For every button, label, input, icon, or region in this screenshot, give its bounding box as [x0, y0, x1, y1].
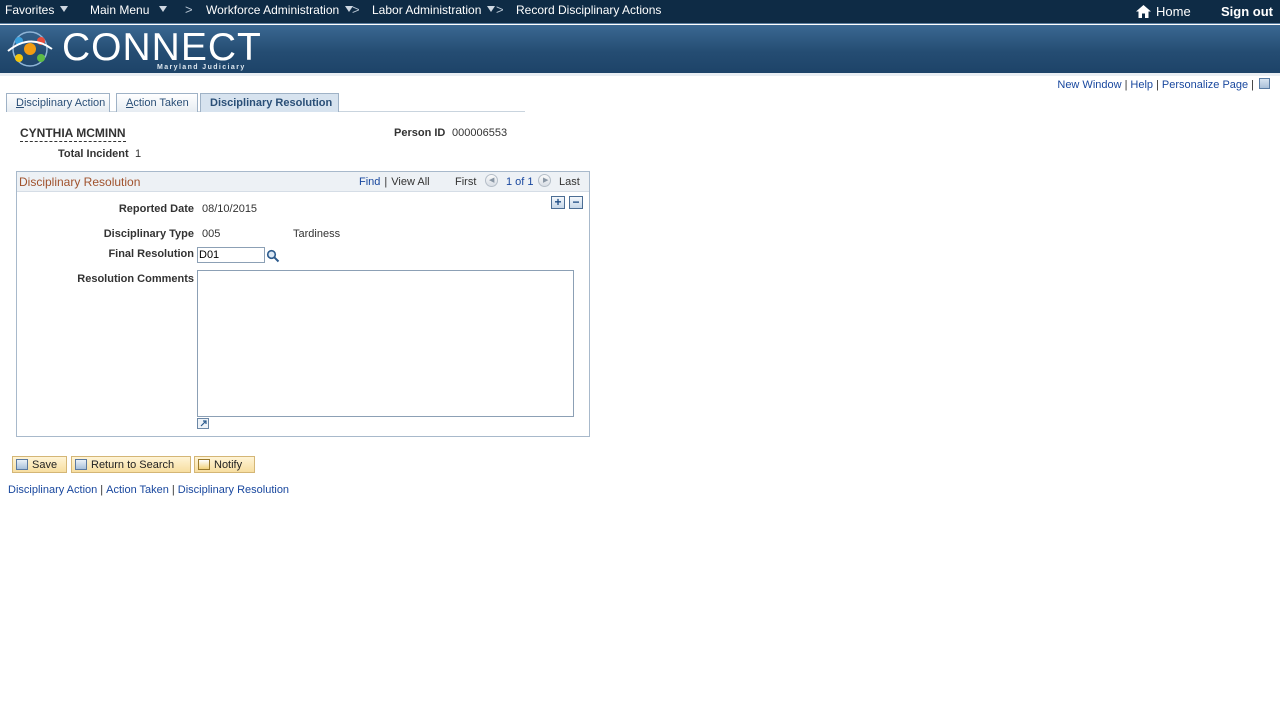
save-icon: [16, 459, 28, 470]
reported-date-label: Reported Date: [118, 203, 194, 215]
main-menu[interactable]: Main Menu: [90, 3, 168, 17]
return-to-search-button[interactable]: Return to Search: [71, 456, 191, 473]
help-link[interactable]: Help: [1130, 79, 1153, 91]
bottom-link-action-taken[interactable]: Action Taken: [106, 484, 169, 496]
chevron-down-icon: [487, 6, 496, 12]
save-button[interactable]: Save: [12, 456, 67, 473]
breadcrumb-workforce-administration[interactable]: Workforce Administration: [206, 3, 354, 17]
chevron-down-icon: [60, 6, 69, 12]
total-incident-value: 1: [135, 148, 142, 160]
return-to-search-icon: [75, 459, 87, 470]
bottom-link-disciplinary-action[interactable]: Disciplinary Action: [8, 484, 97, 496]
branding-banner: CONNECT Maryland Judiciary: [0, 25, 1280, 73]
tab-label: ction Taken: [133, 97, 189, 109]
resolution-comments-label: Resolution Comments: [77, 273, 194, 285]
disciplinary-type-description: Tardiness: [293, 228, 341, 240]
employee-name[interactable]: CYNTHIA MCMINN: [20, 126, 126, 142]
home-icon: [1136, 5, 1151, 18]
delete-row-button[interactable]: −: [569, 196, 583, 209]
breadcrumb-label: Workforce Administration: [206, 3, 340, 17]
notify-label: Notify: [214, 459, 243, 471]
breadcrumb-label: Labor Administration: [372, 3, 482, 17]
utility-links: New Window | Help | Personalize Page |: [1057, 78, 1270, 91]
favorites-menu[interactable]: Favorites: [5, 3, 69, 17]
person-id-label: Person ID: [394, 127, 446, 139]
reported-date-value: 08/10/2015: [202, 203, 258, 215]
personalize-page-link[interactable]: Personalize Page: [1162, 79, 1248, 91]
link-separator: |: [1156, 79, 1159, 91]
breadcrumb-labor-administration[interactable]: Labor Administration: [372, 3, 496, 17]
disciplinary-type-code: 005: [202, 228, 221, 240]
link-separator: |: [384, 176, 388, 188]
link-separator: |: [100, 484, 104, 496]
first-label: First: [455, 176, 477, 188]
breadcrumb-record-disciplinary-actions[interactable]: Record Disciplinary Actions: [516, 3, 661, 17]
new-window-link[interactable]: New Window: [1057, 79, 1121, 91]
previous-row-button[interactable]: ◀: [485, 174, 498, 187]
disciplinary-type-label: Disciplinary Type: [103, 228, 194, 240]
chevron-down-icon: [159, 6, 168, 12]
link-separator: |: [1251, 79, 1254, 91]
last-label: Last: [559, 176, 580, 188]
main-menu-label: Main Menu: [90, 3, 150, 17]
connect-logo-icon: [7, 31, 53, 67]
home-label: Home: [1156, 4, 1191, 19]
tab-label: isciplinary Action: [23, 97, 106, 109]
link-separator: |: [1124, 79, 1128, 91]
breadcrumb-separator-icon: >: [496, 2, 504, 17]
row-count-value: 1 of 1: [506, 176, 534, 188]
return-to-search-label: Return to Search: [91, 459, 175, 471]
scroll-find-viewall: Find | View All: [359, 176, 430, 188]
arrow-left-icon: ◀: [489, 177, 495, 184]
final-resolution-input[interactable]: [197, 247, 265, 263]
tab-action-taken[interactable]: Action Taken: [116, 93, 198, 112]
tab-accesskey: D: [16, 97, 24, 109]
link-separator: |: [171, 484, 175, 496]
save-label: Save: [32, 459, 58, 471]
breadcrumb-separator-icon: >: [352, 2, 360, 17]
notify-button[interactable]: Notify: [194, 456, 255, 473]
page-layout-icon[interactable]: [1259, 78, 1270, 89]
total-incident-label: Total Incident: [58, 148, 129, 160]
person-id-value: 000006553: [452, 127, 508, 139]
page-tabs: Disciplinary Action Action Taken Discipl…: [6, 93, 525, 112]
tab-disciplinary-action[interactable]: Disciplinary Action: [6, 93, 110, 112]
resolution-comments-textarea[interactable]: [197, 270, 574, 417]
scroll-area-header: Disciplinary Resolution Find | View All Fi…: [17, 172, 589, 192]
lookup-search-icon[interactable]: [266, 249, 280, 263]
final-resolution-label: Final Resolution: [108, 248, 194, 260]
scroll-area-title: Disciplinary Resolution: [19, 175, 141, 189]
arrow-right-icon: ▶: [543, 177, 549, 184]
row-count: 1 of 1: [506, 176, 534, 188]
favorites-label: Favorites: [5, 3, 55, 17]
tab-disciplinary-resolution[interactable]: Disciplinary Resolution: [200, 93, 339, 112]
bottom-page-links: Disciplinary Action | Action Taken | Discipl…: [8, 484, 289, 496]
top-navigation-bar: Favorites Main Menu > Workforce Administ…: [0, 0, 1280, 24]
sign-out-link[interactable]: Sign out: [1221, 4, 1273, 19]
breadcrumb-separator-icon: >: [185, 2, 193, 17]
view-all-link[interactable]: View All: [391, 176, 429, 188]
notify-icon: [198, 459, 210, 470]
next-row-button[interactable]: ▶: [538, 174, 551, 187]
bottom-link-disciplinary-resolution[interactable]: Disciplinary Resolution: [178, 484, 289, 496]
logo-subtitle: Maryland Judiciary: [157, 64, 246, 71]
add-row-button[interactable]: +: [551, 196, 565, 209]
expand-textarea-icon[interactable]: [197, 418, 209, 429]
find-link[interactable]: Find: [359, 176, 380, 188]
home-link[interactable]: Home: [1136, 4, 1191, 19]
banner-divider: [0, 73, 1280, 76]
